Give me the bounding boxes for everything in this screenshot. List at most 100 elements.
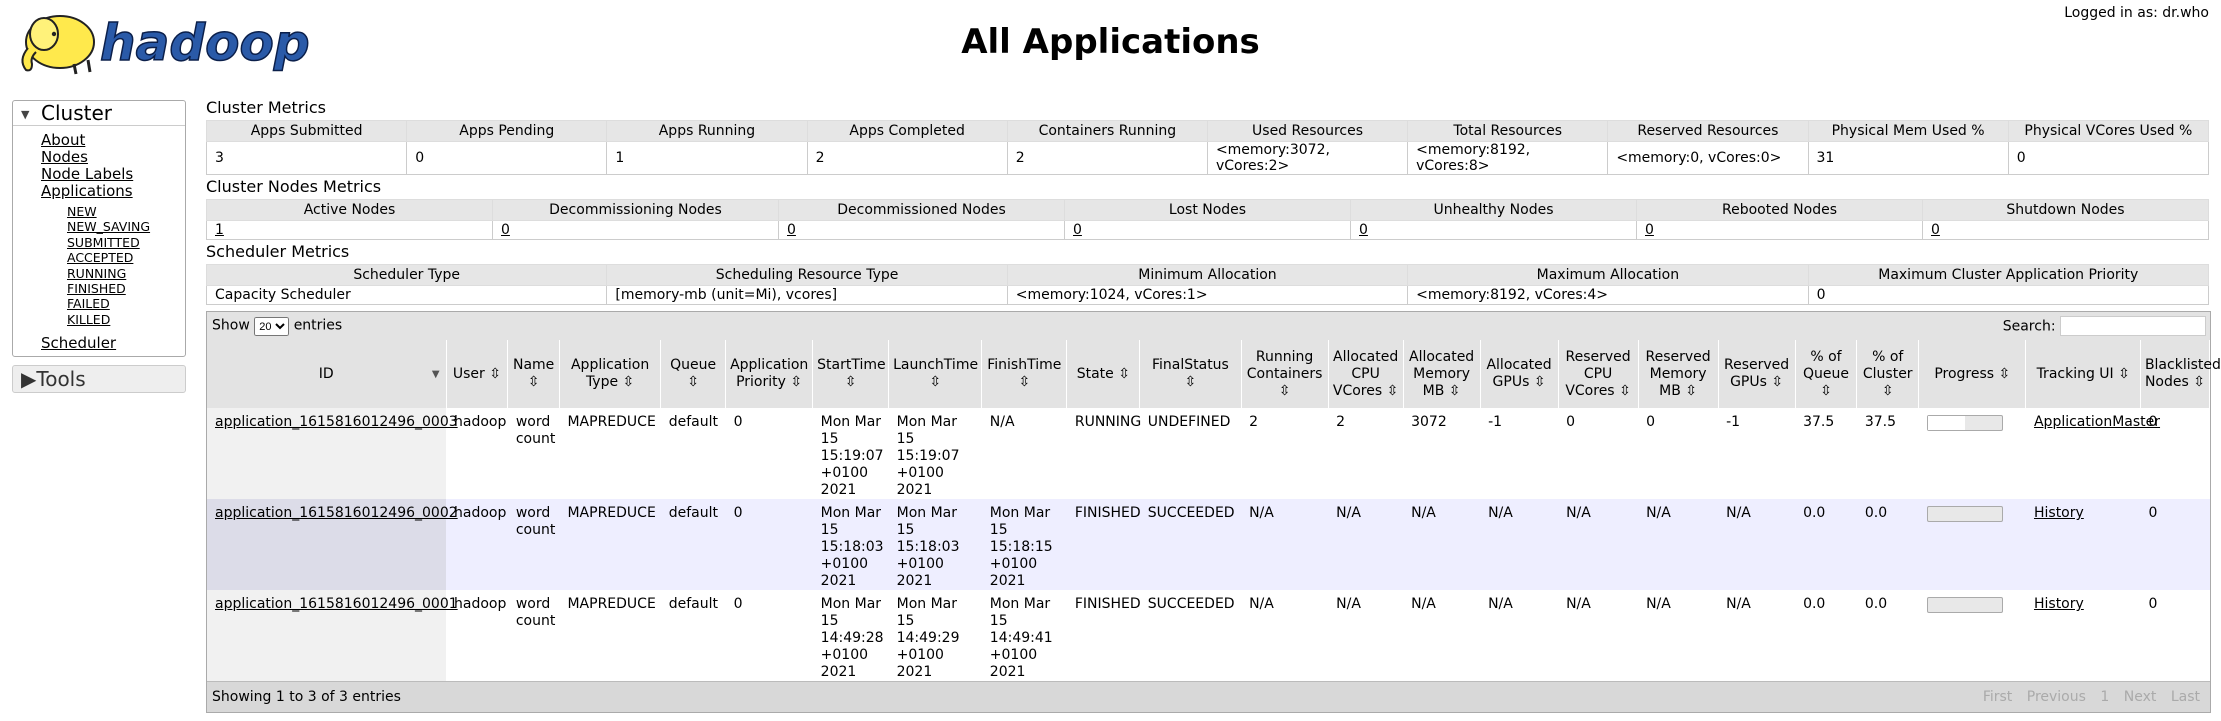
cell-running-containers: N/A	[1241, 590, 1329, 681]
col-pct-of-cluster[interactable]: % of Cluster ⇳	[1856, 340, 1920, 408]
decommissioned-nodes-link[interactable]: 0	[787, 222, 796, 238]
cell-res-vcores: N/A	[1558, 499, 1639, 590]
sort-icon: ⇳	[790, 374, 803, 390]
tracking-ui-link[interactable]: History	[2034, 596, 2084, 612]
search-label: Search:	[2002, 318, 2056, 335]
col-tracking-ui[interactable]: Tracking UI ⇳	[2025, 340, 2141, 408]
tracking-ui-link[interactable]: History	[2034, 505, 2084, 521]
metric-header: Physical VCores Used %	[2007, 120, 2210, 142]
nav-state-submitted[interactable]: SUBMITTED	[67, 235, 185, 250]
cell-alloc-vcores: N/A	[1328, 590, 1404, 681]
col-state[interactable]: State ⇳	[1066, 340, 1141, 408]
cluster-metrics-table: Apps Submitted Apps Pending Apps Running…	[205, 120, 2210, 175]
search-input[interactable]	[2060, 316, 2206, 336]
nav-state-running[interactable]: RUNNING	[67, 266, 185, 281]
progress-bar	[1926, 597, 2003, 613]
table-row: application_1615816012496_0001 hadoop word…	[207, 590, 2210, 681]
unhealthy-nodes-link[interactable]: 0	[1359, 222, 1368, 238]
application-id-link[interactable]: application_1615816012496_0003	[215, 414, 458, 430]
show-label: Show	[212, 317, 250, 334]
metric-header: Physical Mem Used %	[1807, 120, 2009, 142]
sort-icon: ⇳	[1118, 365, 1130, 382]
cell-queue: default	[660, 408, 726, 499]
col-running-containers[interactable]: Running Containers ⇳	[1241, 340, 1329, 408]
tracking-ui-link[interactable]: ApplicationMaster	[2034, 414, 2160, 430]
sort-icon: ⇳	[622, 374, 635, 390]
cluster-label: Cluster	[41, 101, 112, 125]
applications-table-wrapper: Show 20 entries Search: ID ▼ User ⇳ Name…	[206, 311, 2221, 713]
nav-state-accepted[interactable]: ACCEPTED	[67, 250, 185, 265]
nav-state-new[interactable]: NEW	[67, 204, 185, 219]
lost-nodes-link[interactable]: 0	[1073, 222, 1082, 238]
entries-label: entries	[293, 317, 343, 334]
cell-type: MAPREDUCE	[559, 499, 661, 590]
col-starttime[interactable]: StartTime ⇳	[812, 340, 890, 408]
nav-state-new-saving[interactable]: NEW_SAVING	[67, 219, 185, 234]
decommissioning-nodes-link[interactable]: 0	[501, 222, 510, 238]
col-application-type[interactable]: Application Type ⇳	[559, 340, 662, 408]
metric-header: Apps Submitted	[205, 120, 408, 142]
col-blacklisted-nodes[interactable]: Blacklisted Nodes ⇳	[2140, 340, 2221, 408]
tools-menu-header[interactable]: ▶Tools	[12, 365, 186, 394]
metric-value: [memory-mb (unit=Mi), vcores]	[606, 285, 1008, 305]
nav-about[interactable]: About	[41, 132, 185, 149]
application-id-link[interactable]: application_1615816012496_0002	[215, 505, 458, 521]
cell-tracking-ui: ApplicationMaster	[2025, 408, 2160, 499]
col-finalstatus[interactable]: FinalStatus ⇳	[1139, 340, 1242, 408]
application-id-link[interactable]: application_1615816012496_0001	[215, 596, 458, 612]
pager-last[interactable]: Last	[2171, 689, 2200, 705]
col-queue[interactable]: Queue ⇳	[660, 340, 727, 408]
col-reserved-memory-mb[interactable]: Reserved Memory MB ⇳	[1638, 340, 1719, 408]
col-reserved-gpus[interactable]: Reserved GPUs ⇳	[1718, 340, 1796, 408]
nav-scheduler[interactable]: Scheduler	[41, 335, 185, 352]
col-pct-of-queue[interactable]: % of Queue ⇳	[1795, 340, 1858, 408]
col-reserved-cpu-vcores[interactable]: Reserved CPU VCores ⇳	[1558, 340, 1639, 408]
active-nodes-link[interactable]: 1	[215, 222, 224, 238]
nav-node-labels[interactable]: Node Labels	[41, 166, 185, 183]
col-finishtime[interactable]: FinishTime ⇳	[981, 340, 1068, 408]
col-progress[interactable]: Progress ⇳	[1918, 340, 2027, 408]
cell-progress	[1918, 499, 2026, 590]
cell-priority: 0	[725, 408, 813, 499]
cell-alloc-mem: 3072	[1403, 408, 1481, 499]
nav-state-killed[interactable]: KILLED	[67, 312, 185, 327]
shutdown-nodes-link[interactable]: 0	[1931, 222, 1940, 238]
cell-alloc-mem: N/A	[1403, 499, 1481, 590]
tools-label: Tools	[36, 367, 86, 392]
metric-value: <memory:8192, vCores:4>	[1407, 285, 1809, 305]
nav-state-failed[interactable]: FAILED	[67, 296, 185, 311]
pager-page-1[interactable]: 1	[2100, 689, 2109, 705]
cluster-menu-header[interactable]: ▼ Cluster	[13, 101, 185, 126]
sort-icon: ⇳	[1386, 382, 1399, 399]
col-launchtime[interactable]: LaunchTime ⇳	[888, 340, 983, 408]
entries-select[interactable]: 20	[254, 317, 290, 336]
metric-value: 0	[2007, 141, 2210, 175]
sort-icon: ⇳	[1184, 374, 1197, 390]
nav-state-finished[interactable]: FINISHED	[67, 281, 185, 296]
sort-icon: ⇳	[1881, 382, 1894, 399]
col-allocated-memory-mb[interactable]: Allocated Memory MB ⇳	[1403, 340, 1481, 408]
progress-fill	[1927, 416, 1965, 430]
nav-nodes[interactable]: Nodes	[41, 149, 185, 166]
pager-previous[interactable]: Previous	[2027, 689, 2086, 705]
cell-pct-queue: 0.0	[1795, 590, 1857, 681]
nav-applications[interactable]: Applications	[41, 183, 185, 200]
pager-first[interactable]: First	[1983, 689, 2012, 705]
col-allocated-cpu-vcores[interactable]: Allocated CPU VCores ⇳	[1328, 340, 1404, 408]
col-name[interactable]: Name ⇳	[507, 340, 560, 408]
metric-header: Total Resources	[1407, 120, 1609, 142]
metric-header: Reserved Resources	[1607, 120, 1809, 142]
sort-icon: ⇳	[1018, 374, 1031, 390]
pager-next[interactable]: Next	[2124, 689, 2157, 705]
cell-tracking-ui: History	[2025, 499, 2141, 590]
col-application-priority[interactable]: Application Priority ⇳	[725, 340, 814, 408]
cell-pct-cluster: 0.0	[1856, 590, 1919, 681]
cell-alloc-gpus: -1	[1480, 408, 1559, 499]
cell-blacklisted: 0	[2140, 408, 2210, 499]
cell-blacklisted: 0	[2140, 499, 2210, 590]
rebooted-nodes-link[interactable]: 0	[1645, 222, 1654, 238]
col-user[interactable]: User ⇳	[446, 340, 509, 408]
col-id[interactable]: ID ▼	[207, 340, 447, 408]
sort-icon: ⇳	[844, 374, 857, 390]
col-allocated-gpus[interactable]: Allocated GPUs ⇳	[1480, 340, 1559, 408]
